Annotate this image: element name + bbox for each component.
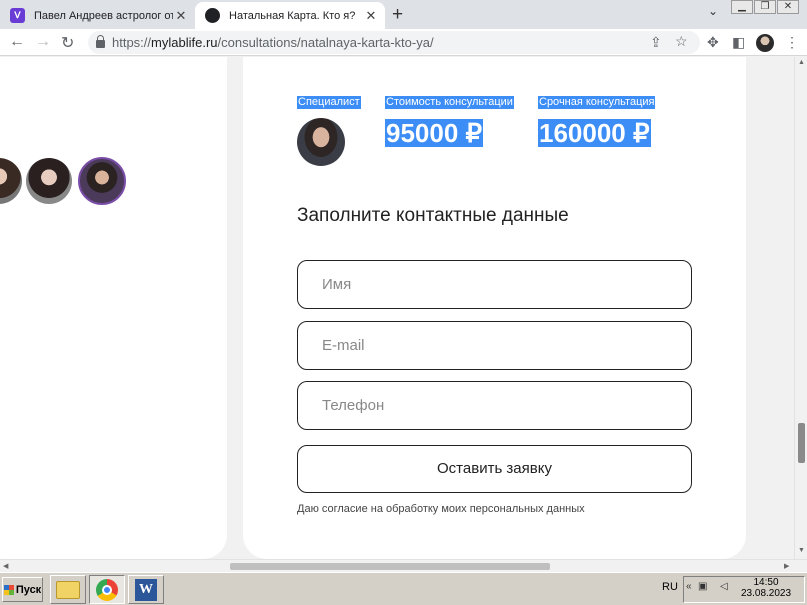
- specialist-avatar[interactable]: [26, 158, 72, 204]
- email-input[interactable]: [298, 322, 691, 369]
- windows-logo-icon: [3, 584, 14, 595]
- horizontal-scroll-thumb[interactable]: [230, 563, 550, 570]
- back-icon[interactable]: ←: [9, 33, 25, 51]
- chrome-icon: [96, 578, 118, 601]
- scroll-up-icon[interactable]: ▲: [798, 59, 805, 66]
- network-icon[interactable]: ▣: [698, 581, 707, 592]
- phone-input[interactable]: [298, 382, 691, 429]
- extensions-icon[interactable]: ✥: [707, 34, 719, 51]
- clock-date: 23.08.2023: [741, 588, 792, 599]
- bookmark-star-icon[interactable]: ☆: [675, 33, 688, 50]
- taskbar-chrome-button[interactable]: [89, 575, 125, 604]
- consent-text: Даю согласие на обработку моих персональ…: [297, 503, 585, 515]
- start-label: Пуск: [15, 583, 42, 596]
- close-tab-icon[interactable]: ✕: [173, 8, 189, 24]
- taskbar-explorer-button[interactable]: [50, 575, 86, 604]
- restore-icon[interactable]: ❐: [754, 0, 776, 14]
- tray-expand-icon[interactable]: «: [686, 581, 692, 592]
- urgent-cost-value: 160000 ₽: [538, 118, 651, 148]
- folder-icon: [56, 580, 80, 599]
- side-panel-icon[interactable]: ◧: [732, 34, 745, 51]
- forward-icon[interactable]: →: [35, 33, 51, 51]
- menu-kebab-icon[interactable]: ⋮: [785, 34, 799, 51]
- vertical-scroll-thumb[interactable]: [798, 423, 805, 463]
- urgent-label: Срочная консультация: [538, 96, 656, 109]
- phone-field-wrapper: [297, 381, 692, 430]
- share-icon[interactable]: ⇪: [650, 34, 662, 51]
- form-title: Заполните контактные данные: [297, 205, 569, 226]
- scroll-left-icon[interactable]: ◀: [3, 562, 8, 570]
- reload-icon[interactable]: ↻: [61, 33, 74, 53]
- profile-avatar[interactable]: [756, 34, 774, 52]
- start-button[interactable]: Пуск: [2, 577, 43, 602]
- tab-title: Натальная Карта. Кто я?: [229, 9, 356, 22]
- clock-time: 14:50: [753, 577, 779, 588]
- site-favicon-icon: [205, 8, 220, 23]
- specialists-card: [0, 57, 227, 559]
- name-input[interactable]: [298, 261, 691, 308]
- horizontal-scrollbar[interactable]: ◀ ▶: [0, 559, 807, 572]
- page-viewport: Специалист Стоимость консультации Срочна…: [0, 57, 794, 559]
- tab-reviews[interactable]: ᐯ Павел Андреев астролог отзывы: ✕: [0, 2, 195, 29]
- specialist-photo: [297, 118, 345, 166]
- word-icon: W: [135, 578, 157, 601]
- close-tab-icon[interactable]: ✕: [363, 8, 379, 24]
- specialist-label: Специалист: [297, 96, 361, 109]
- specialist-avatar-selected[interactable]: [78, 157, 126, 205]
- new-tab-icon[interactable]: +: [392, 4, 403, 26]
- taskbar-word-button[interactable]: W: [128, 575, 164, 604]
- address-bar[interactable]: https://mylablife.ru/consultations/natal…: [88, 31, 700, 54]
- mylablife-favicon-icon: ᐯ: [10, 8, 25, 23]
- cost-value: 95000 ₽: [385, 118, 484, 148]
- scroll-down-icon[interactable]: ▼: [798, 547, 805, 554]
- minimize-icon[interactable]: ▁: [731, 0, 753, 14]
- submit-request-button[interactable]: Оставить заявку: [297, 445, 692, 493]
- volume-icon[interactable]: ◁: [720, 581, 728, 592]
- tab-natal-chart[interactable]: Натальная Карта. Кто я? ✕: [195, 2, 385, 29]
- tab-title: Павел Андреев астролог отзывы:: [34, 9, 173, 22]
- vertical-scrollbar[interactable]: ▲ ▼: [794, 57, 807, 559]
- email-field-wrapper: [297, 321, 692, 370]
- tab-search-icon[interactable]: ⌄: [708, 4, 718, 18]
- scroll-right-icon[interactable]: ▶: [784, 562, 789, 570]
- url-text[interactable]: https://mylablife.ru/consultations/natal…: [112, 35, 434, 50]
- tab-strip: ᐯ Павел Андреев астролог отзывы: ✕ Натал…: [0, 0, 807, 29]
- cost-label: Стоимость консультации: [385, 96, 514, 109]
- lock-icon: [96, 35, 105, 48]
- browser-toolbar: ← → ↻ https://mylablife.ru/consultations…: [0, 29, 807, 56]
- name-field-wrapper: [297, 260, 692, 309]
- close-window-icon[interactable]: ✕: [777, 0, 799, 14]
- clock[interactable]: 14:50 23.08.2023: [741, 577, 791, 599]
- language-indicator[interactable]: RU: [662, 581, 678, 593]
- windows-taskbar: Пуск W RU « ▣ ◁ 14:50 23.08.2023: [0, 572, 807, 605]
